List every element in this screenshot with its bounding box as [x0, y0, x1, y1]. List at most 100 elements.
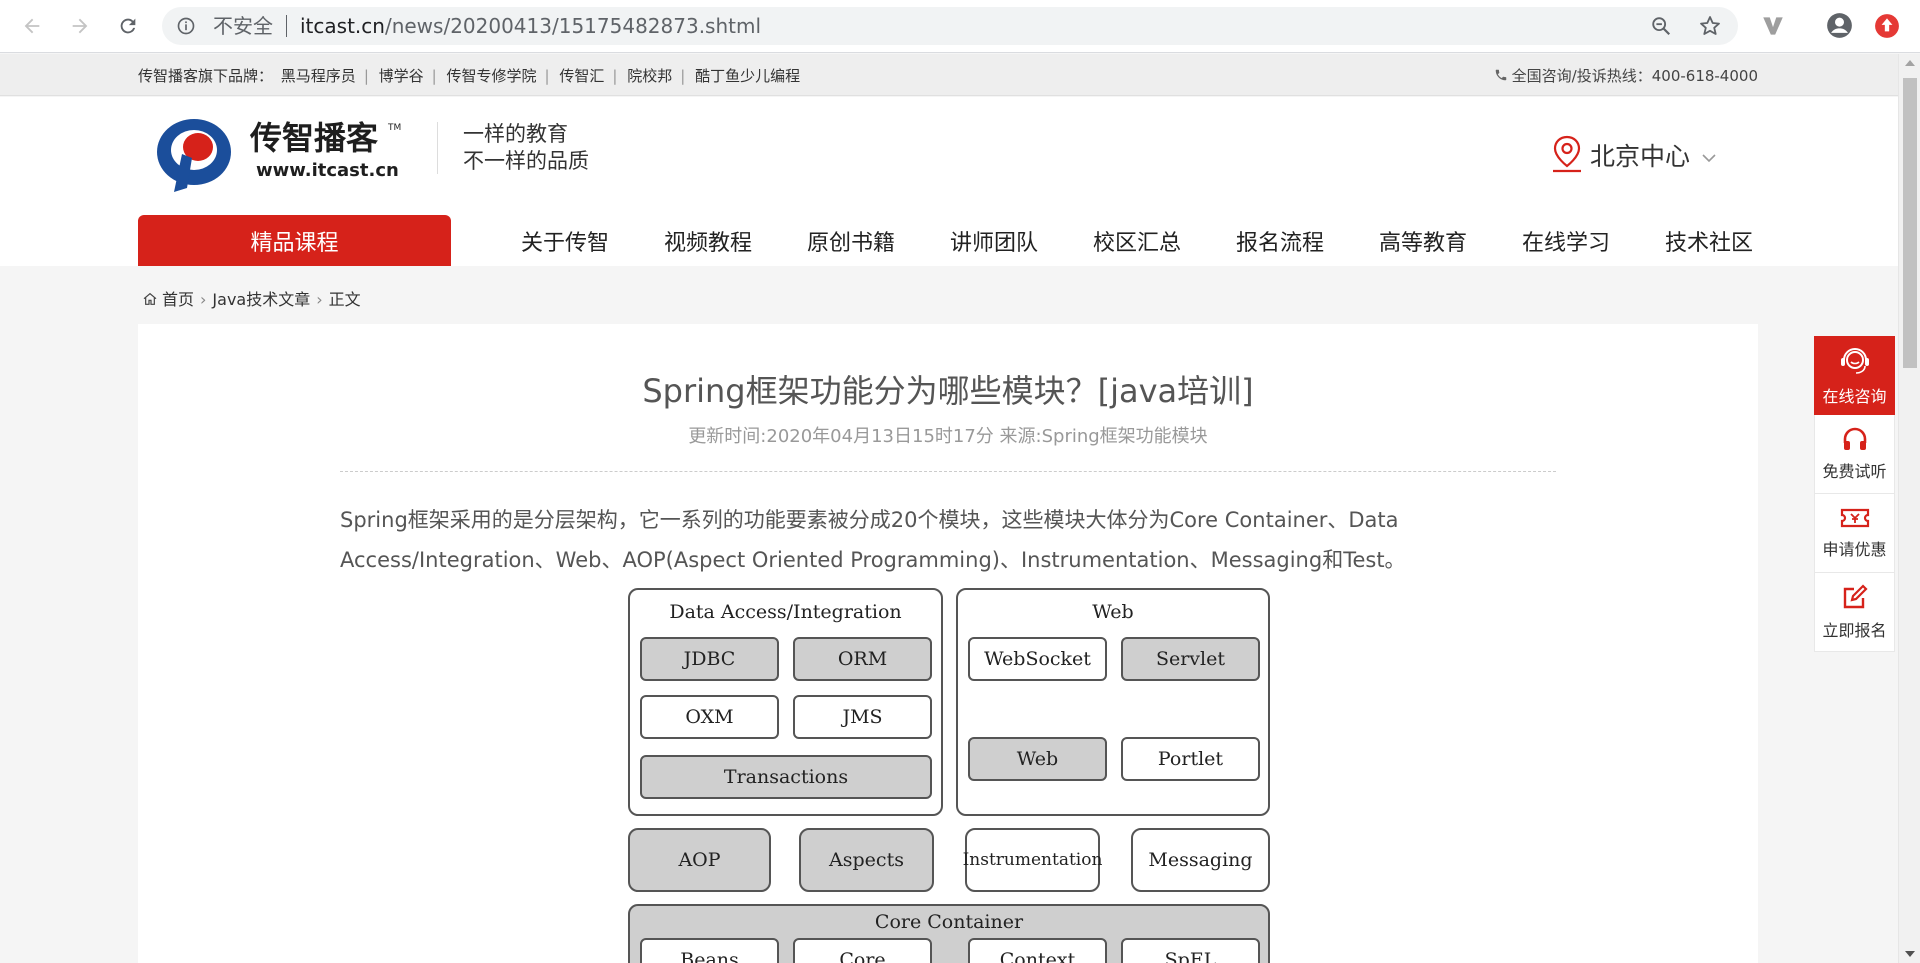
chevron-right-icon: ›: [316, 290, 323, 309]
chevron-right-icon: ›: [200, 290, 207, 309]
nav-featured-courses[interactable]: 精品课程: [138, 215, 451, 266]
headphones-icon: [1843, 427, 1866, 450]
article-meta: 更新时间:2020年04月13日15时17分 来源:Spring框架功能模块: [688, 426, 1208, 447]
article-paragraph: Spring框架采用的是分层架构，它一系列的功能要素被分成20个模块，这些模块大…: [340, 508, 1406, 572]
module-oxm: OXM: [640, 695, 779, 739]
nav-item[interactable]: 讲师团队: [950, 225, 1038, 257]
free-trial-button[interactable]: 免费试听: [1814, 415, 1895, 494]
svg-text:TM: TM: [387, 123, 401, 133]
module-web: Web: [968, 737, 1107, 781]
module-jdbc: JDBC: [640, 637, 779, 681]
breadcrumb-home[interactable]: 首页: [162, 290, 194, 309]
breadcrumb: 首页 › Java技术文章 › 正文: [142, 286, 361, 310]
module-aop: AOP: [628, 828, 771, 892]
module-orm: ORM: [793, 637, 932, 681]
float-label: 立即报名: [1822, 621, 1887, 640]
hotline: 全国咨询/投诉热线：400-618-4000: [1494, 65, 1758, 86]
info-icon[interactable]: [176, 16, 196, 36]
module-servlet: Servlet: [1121, 637, 1260, 681]
apply-discount-button[interactable]: 申请优惠: [1814, 494, 1895, 573]
group-title: Core Container: [874, 911, 1024, 933]
svg-text:www.itcast.cn: www.itcast.cn: [256, 160, 399, 181]
home-icon: [143, 292, 157, 305]
url-path: /news/20200413/15175482873.shtml: [384, 14, 762, 38]
browser-toolbar: 不安全 itcast.cn/news/20200413/15175482873.…: [0, 0, 1920, 53]
security-label: 不安全: [213, 14, 273, 38]
slogan-line: 不一样的品质: [463, 149, 589, 173]
module-context: Context: [968, 938, 1107, 963]
divider: |: [544, 67, 550, 85]
reload-icon: [120, 18, 136, 34]
forward-button[interactable]: [66, 12, 94, 40]
sign-up-button[interactable]: 立即报名: [1814, 573, 1895, 652]
online-consult-button[interactable]: 在线咨询: [1814, 336, 1895, 415]
phone-icon: [1495, 69, 1506, 81]
coupon-icon: [1840, 508, 1869, 528]
headset-chat-icon: [1840, 347, 1869, 374]
spring-modules-diagram: Data Access/Integration JDBC ORM OXM JMS…: [626, 586, 1272, 963]
brand-link[interactable]: 传智专修学院: [447, 67, 537, 85]
brand-link[interactable]: 院校邦: [627, 67, 672, 85]
itcast-logo[interactable]: 传智播客 TM www.itcast.cn: [152, 114, 412, 194]
extension-upload-icon[interactable]: [1874, 13, 1900, 39]
extension-v-icon[interactable]: [1760, 13, 1786, 39]
reload-button[interactable]: [114, 12, 142, 40]
module-beans: Beans: [640, 938, 779, 963]
nav-item[interactable]: 原创书籍: [807, 225, 895, 257]
nav-item[interactable]: 关于传智: [521, 225, 609, 257]
brand-link[interactable]: 黑马程序员: [281, 67, 356, 85]
top-brand-bar: 传智播客旗下品牌： 黑马程序员 | 博学谷 | 传智专修学院 | 传智汇 | 院校邦 | …: [0, 54, 1898, 96]
scroll-down-arrow-icon[interactable]: [1905, 951, 1915, 957]
chevron-down-icon: [1702, 154, 1716, 163]
zoom-out-icon[interactable]: [1650, 15, 1672, 37]
article-title: Spring框架功能分为哪些模块？[java培训]: [642, 372, 1254, 410]
nav-item[interactable]: 高等教育: [1379, 225, 1467, 257]
arrow-right-icon: [72, 18, 88, 34]
nav-item[interactable]: 技术社区: [1665, 225, 1753, 257]
divider: |: [363, 67, 369, 85]
module-portlet: Portlet: [1121, 737, 1260, 781]
page-scrollbar[interactable]: [1898, 54, 1920, 963]
profile-icon[interactable]: [1826, 12, 1853, 39]
bookmark-star-icon[interactable]: [1698, 14, 1722, 38]
address-bar[interactable]: 不安全 itcast.cn/news/20200413/15175482873.…: [162, 7, 1738, 45]
brand-link[interactable]: 酷丁鱼少儿编程: [695, 67, 800, 85]
module-websocket: WebSocket: [968, 637, 1107, 681]
module-spel: SpEL: [1121, 938, 1260, 963]
web-group: Web WebSocket Servlet Web Portlet: [956, 588, 1270, 816]
nav-item[interactable]: 校区汇总: [1093, 225, 1181, 257]
city-label: 北京中心: [1590, 142, 1691, 171]
divider: |: [612, 67, 618, 85]
brand-link[interactable]: 博学谷: [379, 67, 424, 85]
back-button[interactable]: [18, 12, 46, 40]
module-aspects: Aspects: [799, 828, 934, 892]
scrollbar-thumb[interactable]: [1903, 78, 1917, 368]
divider: [340, 471, 1556, 472]
divider: [286, 15, 287, 37]
float-label: 申请优惠: [1822, 540, 1887, 559]
scroll-up-arrow-icon[interactable]: [1905, 60, 1915, 66]
group-title: Data Access/Integration: [669, 601, 902, 623]
breadcrumb-category[interactable]: Java技术文章: [212, 290, 310, 309]
edit-form-icon: [1843, 584, 1868, 609]
nav-item[interactable]: 在线学习: [1522, 225, 1610, 257]
module-messaging: Messaging: [1131, 828, 1270, 892]
module-transactions: Transactions: [640, 755, 932, 799]
module-jms: JMS: [793, 695, 932, 739]
brand-list: 传智播客旗下品牌： 黑马程序员 | 博学谷 | 传智专修学院 | 传智汇 | 院校邦 | …: [138, 65, 803, 86]
brand-link[interactable]: 传智汇: [559, 67, 604, 85]
floating-sidebar: 在线咨询 免费试听 申请优惠 立即报名: [1814, 336, 1895, 652]
slogan-line: 一样的教育: [463, 122, 568, 146]
divider: |: [680, 67, 686, 85]
float-label: 在线咨询: [1822, 386, 1887, 406]
nav-item[interactable]: 报名流程: [1236, 225, 1324, 257]
nav-item[interactable]: 视频教程: [664, 225, 752, 257]
site-header: 传智播客 TM www.itcast.cn 一样的教育 不一样的品质 北京中心 …: [0, 97, 1898, 266]
city-selector[interactable]: 北京中心: [1550, 135, 1722, 173]
hotline-text: 全国咨询/投诉热线：400-618-4000: [1511, 67, 1758, 85]
core-container-group: Core Container Beans Core Context SpEL: [628, 904, 1270, 963]
data-access-group: Data Access/Integration JDBC ORM OXM JMS…: [628, 588, 943, 816]
svg-text:传智播客: 传智播客: [249, 119, 378, 157]
module-core: Core: [793, 938, 932, 963]
url-text[interactable]: itcast.cn/news/20200413/15175482873.shtm…: [300, 15, 761, 37]
